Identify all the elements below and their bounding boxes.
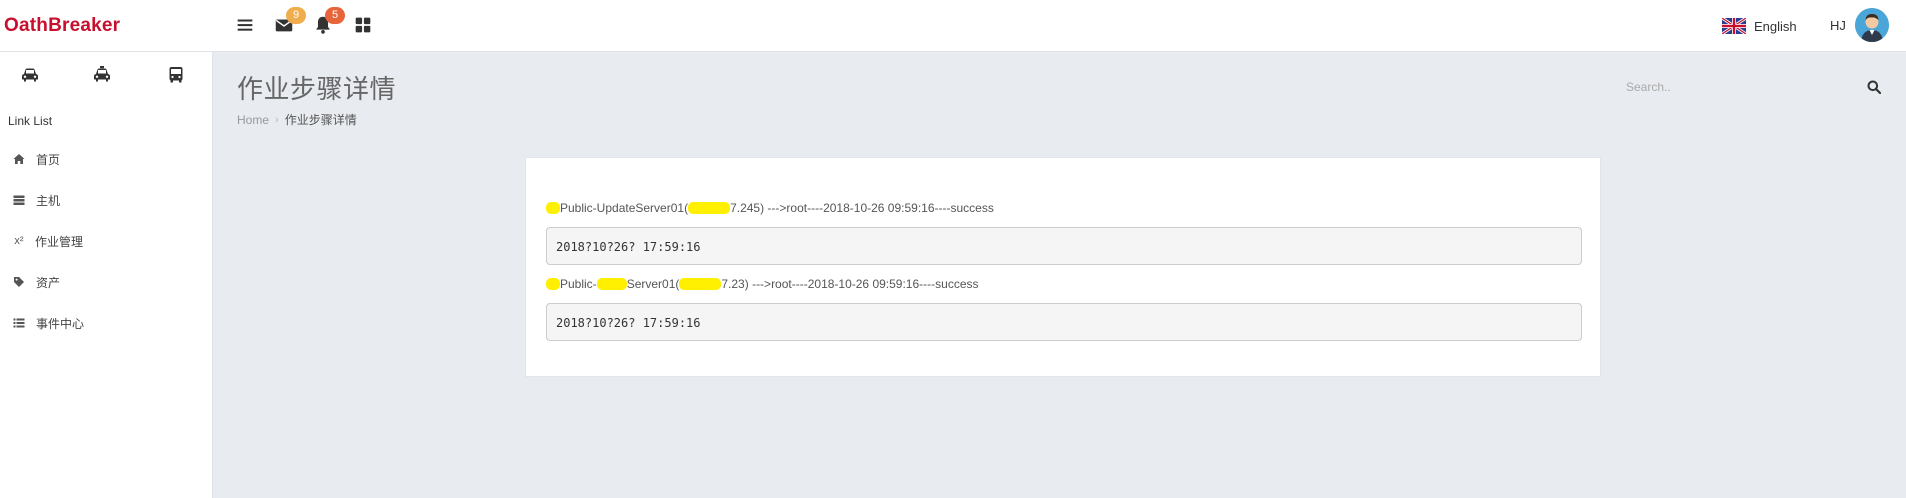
list-icon xyxy=(12,316,26,330)
step-status: --->root----2018-10-26 09:59:16----succe… xyxy=(748,277,979,291)
step-host-mid: Server01( xyxy=(626,277,680,291)
notification-count-badge: 5 xyxy=(325,7,345,24)
step-output: 2018?10?26? 17:59:16 xyxy=(546,227,1582,265)
notifications-button[interactable]: 5 xyxy=(312,7,345,36)
search-box xyxy=(1618,74,1886,100)
mail-button[interactable]: 9 xyxy=(273,7,306,36)
breadcrumb-current: 作业步骤详情 xyxy=(284,113,357,127)
avatar[interactable] xyxy=(1855,8,1889,42)
mail-count-badge: 9 xyxy=(286,7,306,24)
step-host: Public-UpdateServer01( xyxy=(560,201,689,215)
taxi-icon[interactable] xyxy=(92,66,112,84)
step-title: Public- Server01( 7.23) --->root----2018-1… xyxy=(546,277,979,291)
link-list-title: Link List xyxy=(8,114,53,128)
sidebar-item-label: 资产 xyxy=(36,275,61,290)
server-icon xyxy=(12,193,26,207)
sidebar-item-job-management[interactable]: x² 作业管理 xyxy=(0,227,213,255)
sidebar-item-label: 首页 xyxy=(36,152,61,167)
superscript-icon: x² xyxy=(14,235,24,247)
redaction-mark xyxy=(679,278,722,290)
sidebar-item-event-center[interactable]: 事件中心 xyxy=(0,309,213,337)
page-title: 作业步骤详情 xyxy=(237,75,397,105)
grid-icon[interactable] xyxy=(352,14,374,36)
car-icon[interactable] xyxy=(20,66,40,84)
job-steps-panel: Public-UpdateServer01( 7.245) --->root---… xyxy=(525,157,1601,377)
redaction-mark xyxy=(688,202,731,214)
uk-flag-icon xyxy=(1722,18,1746,34)
step-status: --->root----2018-10-26 09:59:16----succe… xyxy=(764,201,994,215)
redaction-mark xyxy=(546,278,560,290)
menu-icon[interactable] xyxy=(234,14,256,36)
step-output: 2018?10?26? 17:59:16 xyxy=(546,303,1582,341)
sidebar-item-home[interactable]: 首页 xyxy=(0,145,213,173)
sidebar-item-label: 主机 xyxy=(36,193,61,208)
sidebar-item-label: 事件中心 xyxy=(36,316,85,331)
step-ip-tail: 7.23) xyxy=(721,277,749,291)
step-ip-tail: 7.245) xyxy=(730,201,765,215)
top-navbar: OathBreaker 9 5 English HJ xyxy=(0,0,1906,52)
search-icon[interactable] xyxy=(1867,80,1881,94)
sidebar-item-label: 作业管理 xyxy=(35,234,84,249)
redaction-mark xyxy=(596,278,627,290)
bus-icon[interactable] xyxy=(166,66,186,84)
language-label: English xyxy=(1754,18,1797,34)
breadcrumb: Home › 作业步骤详情 xyxy=(237,111,357,128)
breadcrumb-separator: › xyxy=(275,113,279,126)
redaction-mark xyxy=(546,202,560,214)
home-icon xyxy=(12,152,26,166)
step-host: Public- xyxy=(560,277,597,291)
sidebar-item-hosts[interactable]: 主机 xyxy=(0,186,213,214)
language-selector[interactable]: English xyxy=(1722,15,1797,37)
step-title: Public-UpdateServer01( 7.245) --->root---… xyxy=(546,201,994,215)
user-initials[interactable]: HJ xyxy=(1830,18,1846,33)
sidebar: Link List 首页 主机 x² 作业管理 资产 事件中心 xyxy=(0,52,213,498)
search-input[interactable] xyxy=(1618,74,1886,100)
tag-icon xyxy=(12,275,26,289)
sidebar-item-assets[interactable]: 资产 xyxy=(0,268,213,296)
brand-logo[interactable]: OathBreaker xyxy=(4,15,120,37)
breadcrumb-home-link[interactable]: Home xyxy=(237,113,269,127)
